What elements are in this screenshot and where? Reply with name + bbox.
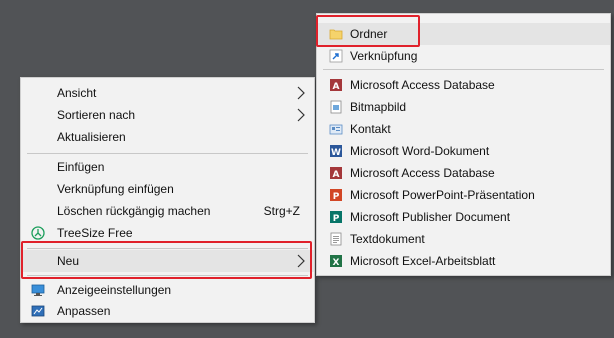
menu-item-label: Sortieren nach <box>57 108 136 122</box>
submenu-item-label: Bitmapbild <box>350 100 407 114</box>
menu-item-label: Ansicht <box>57 86 97 100</box>
annotation-highlight-ordner <box>316 15 420 47</box>
submenu-item-label: Microsoft PowerPoint-Präsentation <box>350 188 535 202</box>
menu-item-sortieren-nach[interactable]: Sortieren nach <box>21 104 314 126</box>
word-icon: W <box>330 145 342 158</box>
contact-icon <box>329 124 343 135</box>
display-icon <box>31 284 45 296</box>
submenu-item-textdokument[interactable]: Textdokument <box>317 228 610 250</box>
submenu-item-powerpoint[interactable]: P Microsoft PowerPoint-Präsentation <box>317 184 610 206</box>
submenu-item-excel[interactable]: X Microsoft Excel-Arbeitsblatt <box>317 250 610 272</box>
access-icon: A <box>330 167 342 180</box>
menu-item-loeschen-rueckgaengig[interactable]: Löschen rückgängig machen Strg+Z <box>21 200 314 222</box>
svg-text:A: A <box>333 170 340 180</box>
submenu-item-label: Microsoft Access Database <box>350 78 495 92</box>
personalize-icon <box>31 305 45 317</box>
menu-item-label: Einfügen <box>57 160 105 174</box>
submenu-item-word[interactable]: W Microsoft Word-Dokument <box>317 140 610 162</box>
menu-item-einfuegen[interactable]: Einfügen <box>21 156 314 178</box>
menu-item-aktualisieren[interactable]: Aktualisieren <box>21 126 314 148</box>
excel-icon: X <box>330 255 342 268</box>
submenu-item-access-2[interactable]: A Microsoft Access Database <box>317 162 610 184</box>
submenu-item-label: Verknüpfung <box>350 49 418 63</box>
svg-text:A: A <box>333 82 340 92</box>
menu-item-shortcut: Strg+Z <box>263 204 300 218</box>
new-submenu: Ordner Verknüpfung A Microsoft Access Da… <box>316 13 611 276</box>
submenu-item-label: Microsoft Excel-Arbeitsblatt <box>350 254 496 268</box>
menu-item-label: Löschen rückgängig machen <box>57 204 211 218</box>
desktop-context-menu: Ansicht Sortieren nach Aktualisieren Ein… <box>20 77 315 323</box>
submenu-item-label: Microsoft Publisher Document <box>350 210 511 224</box>
submenu-item-publisher[interactable]: P Microsoft Publisher Document <box>317 206 610 228</box>
svg-text:P: P <box>333 214 340 224</box>
treesize-icon <box>31 226 45 240</box>
submenu-item-access[interactable]: A Microsoft Access Database <box>317 74 610 96</box>
menu-item-anzeigeeinstellungen[interactable]: Anzeigeeinstellungen <box>21 279 314 301</box>
annotation-highlight-neu <box>21 241 312 279</box>
powerpoint-icon: P <box>330 189 342 202</box>
access-icon: A <box>330 79 342 92</box>
submenu-item-label: Microsoft Word-Dokument <box>350 144 490 158</box>
submenu-item-kontakt[interactable]: Kontakt <box>317 118 610 140</box>
submenu-item-label: Microsoft Access Database <box>350 166 495 180</box>
menu-item-label: Anzeigeeinstellungen <box>57 283 172 297</box>
bitmap-icon <box>330 100 342 114</box>
svg-text:X: X <box>333 258 340 268</box>
menu-separator <box>323 69 604 70</box>
menu-separator <box>27 153 308 154</box>
submenu-item-label: Kontakt <box>350 122 391 136</box>
svg-text:W: W <box>331 148 341 158</box>
submenu-item-bitmapbild[interactable]: Bitmapbild <box>317 96 610 118</box>
menu-item-ansicht[interactable]: Ansicht <box>21 82 314 104</box>
text-document-icon <box>330 232 342 246</box>
publisher-icon: P <box>330 211 342 224</box>
chevron-right-icon <box>297 86 305 100</box>
menu-item-anpassen[interactable]: Anpassen <box>21 300 314 322</box>
submenu-item-label: Textdokument <box>350 232 425 246</box>
menu-item-verknuepfung-einfuegen[interactable]: Verknüpfung einfügen <box>21 178 314 200</box>
svg-text:P: P <box>333 192 340 202</box>
menu-item-label: Aktualisieren <box>57 130 126 144</box>
chevron-right-icon <box>297 108 305 122</box>
shortcut-icon <box>329 49 343 63</box>
menu-item-label: Verknüpfung einfügen <box>57 182 174 196</box>
submenu-item-verknuepfung[interactable]: Verknüpfung <box>317 45 610 67</box>
menu-item-label: Anpassen <box>57 304 111 318</box>
